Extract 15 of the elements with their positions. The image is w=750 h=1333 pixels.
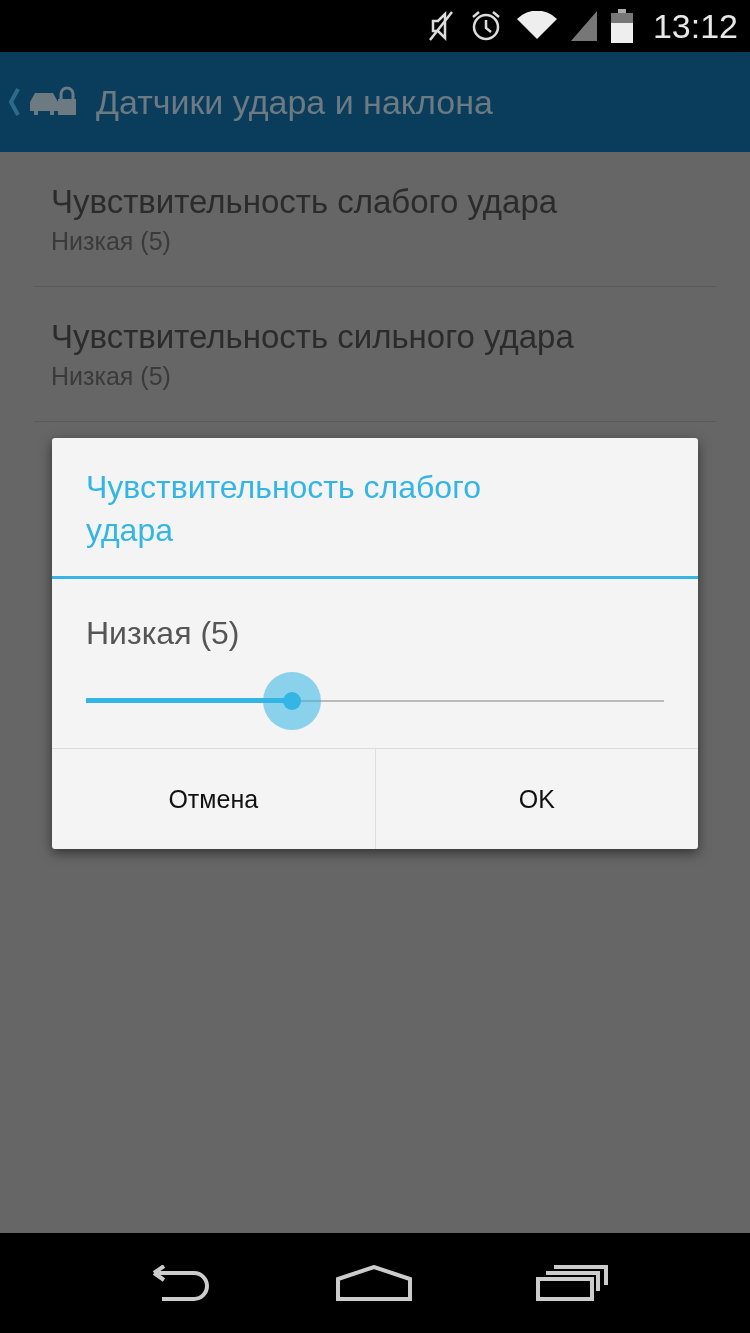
signal-icon — [570, 11, 597, 41]
setting-title: Чувствительность сильного удара — [51, 317, 575, 356]
dialog-button[interactable]: Отмена — [52, 749, 375, 849]
mute-icon — [426, 9, 455, 43]
setting-title: Чувствительность слабого удара — [51, 182, 559, 221]
dialog-title: Чувствительность слабого удара — [52, 438, 698, 579]
dialog-button[interactable]: OK — [374, 749, 698, 849]
home-icon[interactable] — [336, 1265, 412, 1301]
battery-icon — [610, 9, 633, 43]
screen-title: Датчики удара и наклона — [96, 82, 493, 122]
slider-thumb[interactable] — [262, 672, 321, 730]
slider-value: Низкая (5) — [86, 615, 241, 652]
recent-apps-icon[interactable] — [536, 1265, 608, 1301]
status-time: 13:12 — [652, 6, 738, 46]
wifi-icon — [516, 11, 557, 41]
